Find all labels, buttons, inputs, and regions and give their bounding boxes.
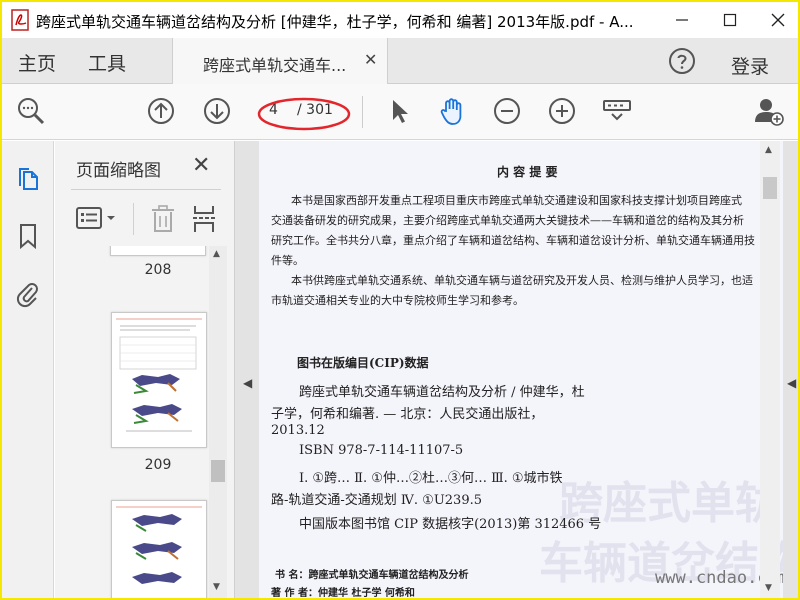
acrobat-app-icon (11, 9, 29, 31)
zoom-in-icon[interactable] (547, 96, 577, 126)
left-rail (2, 141, 54, 598)
panel-close-icon[interactable]: ✕ (192, 153, 210, 178)
document-scrollbar[interactable]: ▲ ▼ (760, 141, 780, 598)
close-icon (771, 13, 785, 27)
thumbnail-scrollbar[interactable]: ▲ ▼ (209, 246, 227, 598)
help-icon[interactable] (668, 47, 696, 75)
summary-line: 本书供跨座式单轨交通系统、单轨交通车辆与道岔研究及开发人员、检测与维护人员学习，… (291, 274, 753, 287)
page-thumbnail-208[interactable] (111, 312, 207, 448)
book-name-label: 书 名：跨座式单轨交通车辆道岔结构及分析 (275, 570, 469, 581)
previous-page-icon[interactable] (146, 96, 176, 126)
maximize-icon (723, 13, 737, 27)
next-page-icon[interactable] (202, 96, 232, 126)
scroll-up-icon[interactable]: ▲ (213, 249, 220, 259)
title-bar: 跨座式单轨交通车辆道岔结构及分析 [仲建华，杜子学，何希和 编著] 2013年版… (2, 2, 798, 38)
cip-title: 图书在版编目(CIP)数据 (297, 356, 429, 370)
panel-divider (71, 189, 221, 190)
tab-close-icon[interactable]: ✕ (364, 50, 377, 69)
menu-tools[interactable]: 工具 (88, 49, 126, 76)
summary-line: 本书是国家西部开发重点工程项目重庆市跨座式单轨交通建设和国家科技支撑计划项目跨座… (291, 194, 742, 207)
maximize-button[interactable] (706, 2, 754, 38)
author-label: 著 作 者：仲建华 杜子学 何希和 (271, 588, 415, 598)
attachment-icon[interactable] (15, 280, 41, 308)
cip-line: 中国版本图书馆 CIP 数据核字(2013)第 312466 号 (299, 517, 602, 532)
cip-line: 路-轨道交通-交通规划 Ⅳ. ①U239.5 (271, 493, 482, 508)
minimize-button[interactable] (658, 2, 706, 38)
toolbar: 4 / 301 (2, 84, 798, 140)
doc-scroll-up-icon[interactable]: ▲ (765, 145, 772, 155)
thumbnail-panel: 页面缩略图 ✕ 208 209 ▲ ▼ (55, 141, 235, 598)
login-button[interactable]: 登录 (731, 52, 769, 79)
hand-tool-icon[interactable] (438, 96, 468, 126)
zoom-out-icon[interactable] (492, 96, 522, 126)
scroll-down-icon[interactable]: ▼ (213, 582, 220, 592)
collapse-left-icon[interactable]: ◀ (243, 376, 252, 390)
toolbar-divider (362, 96, 363, 128)
cip-line: 2013.12 (271, 423, 325, 438)
panel-title: 页面缩略图 (76, 161, 161, 181)
document-tab[interactable]: 跨座式单轨交通车... ✕ (172, 38, 388, 84)
thumbnail-options-icon[interactable] (75, 205, 119, 233)
summary-line: 市轨道交通相关专业的大中专院校师生学习和参考。 (271, 294, 524, 307)
thumbnail-content (116, 506, 202, 584)
minimize-icon (676, 19, 688, 21)
thumbnail-content (116, 318, 202, 432)
cip-line: ISBN 978-7-114-11107-5 (299, 443, 464, 458)
page-label-209: 209 (144, 457, 172, 473)
document-tab-label: 跨座式单轨交通车... (203, 56, 347, 75)
menu-bar: 主页 工具 跨座式单轨交通车... ✕ 登录 (2, 38, 798, 84)
share-user-icon[interactable] (754, 96, 784, 126)
scroll-thumb[interactable] (211, 460, 225, 482)
window-title: 跨座式单轨交通车辆道岔结构及分析 [仲建华，杜子学，何希和 编著] 2013年版… (36, 13, 634, 31)
page-number-field[interactable]: 4 / 301 (257, 97, 341, 125)
total-pages-label: / 301 (297, 102, 333, 118)
menu-home[interactable]: 主页 (18, 49, 56, 76)
collapse-right-icon[interactable]: ◀ (787, 376, 796, 390)
page-thumbnail-207[interactable] (110, 246, 206, 256)
app-window: 跨座式单轨交通车辆道岔结构及分析 [仲建华，杜子学，何希和 编著] 2013年版… (2, 2, 798, 598)
page-thumbnail-210[interactable] (111, 500, 207, 598)
page-label-208: 208 (144, 262, 172, 278)
cip-line: 跨座式单轨交通车辆道岔结构及分析 / 仲建华，杜 (299, 385, 585, 400)
bookmark-icon[interactable] (15, 222, 41, 250)
current-page-input[interactable]: 4 (269, 102, 278, 118)
summary-heading: 内 容 提 要 (497, 165, 558, 179)
delete-page-icon[interactable] (150, 204, 176, 234)
doc-scroll-thumb[interactable] (763, 177, 777, 199)
cip-line: Ⅰ. ①跨… Ⅱ. ①仲…②杜…③何… Ⅲ. ①城市铁 (299, 471, 563, 486)
thumbnail-list: 208 209 (55, 246, 215, 598)
summary-line: 交通装备研发的研究成果，主要介绍跨座式单轨交通两大关键技术——车辆和道岔的结构及… (271, 214, 744, 227)
page-display-icon[interactable] (602, 96, 632, 126)
close-window-button[interactable] (754, 2, 798, 38)
summary-line: 研究工作。全书共分八章，重点介绍了车辆和道岔结构、车辆和道岔设计分析、单轨交通车… (271, 234, 755, 247)
document-page: 跨座式单轨 车辆道岔结构及分析 内 容 提 要 本书是国家西部开发重点工程项目重… (259, 141, 783, 598)
search-zoom-icon[interactable] (16, 96, 46, 126)
doc-scroll-down-icon[interactable]: ▼ (765, 583, 772, 593)
panel-tool-divider (133, 203, 134, 235)
document-viewport: ◀ 跨座式单轨 车辆道岔结构及分析 内 容 提 要 本书是国家西部开发重点工程项… (235, 141, 798, 598)
select-arrow-icon[interactable] (384, 96, 414, 126)
extract-pages-icon[interactable] (191, 204, 217, 234)
summary-line: 件等。 (271, 254, 304, 267)
cip-line: 子学，何希和编著. — 北京：人民交通出版社， (271, 407, 544, 422)
thumbnails-pages-icon[interactable] (15, 163, 41, 191)
